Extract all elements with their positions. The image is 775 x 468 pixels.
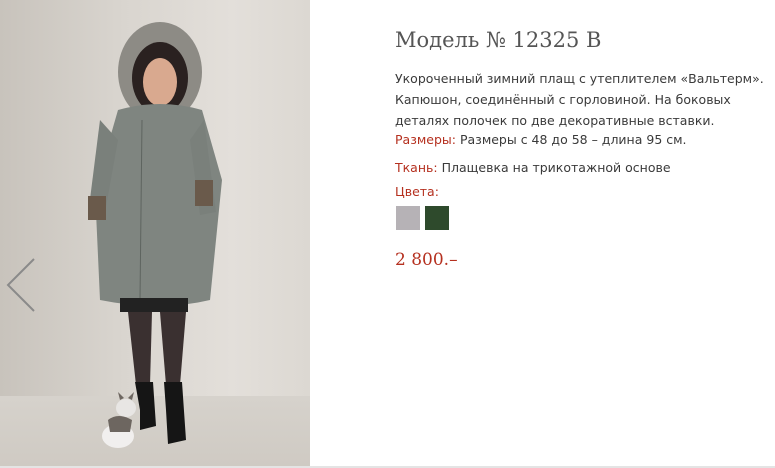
- sizes-value: Размеры с 48 до 58 – длина 95 см.: [459, 132, 687, 147]
- product-description: Укороченный зимний плащ с утеплителем «В…: [395, 71, 764, 128]
- sizes-row: Размеры: Размеры с 48 до 58 – длина 95 с…: [395, 132, 687, 147]
- fabric-value: Плащевка на трикотажной основе: [441, 160, 671, 175]
- colors-label: Цвета:: [395, 184, 439, 199]
- product-price: 2 800.–: [395, 250, 458, 270]
- model-illustration: [88, 22, 222, 448]
- product-title: Модель № 12325 В: [395, 28, 602, 52]
- color-swatch-grey[interactable]: [396, 206, 420, 230]
- fabric-label: Ткань:: [395, 160, 438, 175]
- product-photo: [0, 0, 310, 466]
- fabric-row: Ткань: Плащевка на трикотажной основе: [395, 160, 671, 175]
- color-swatch-dark-green[interactable]: [425, 206, 449, 230]
- sizes-label: Размеры:: [395, 132, 456, 147]
- chevron-left-icon[interactable]: [2, 255, 42, 315]
